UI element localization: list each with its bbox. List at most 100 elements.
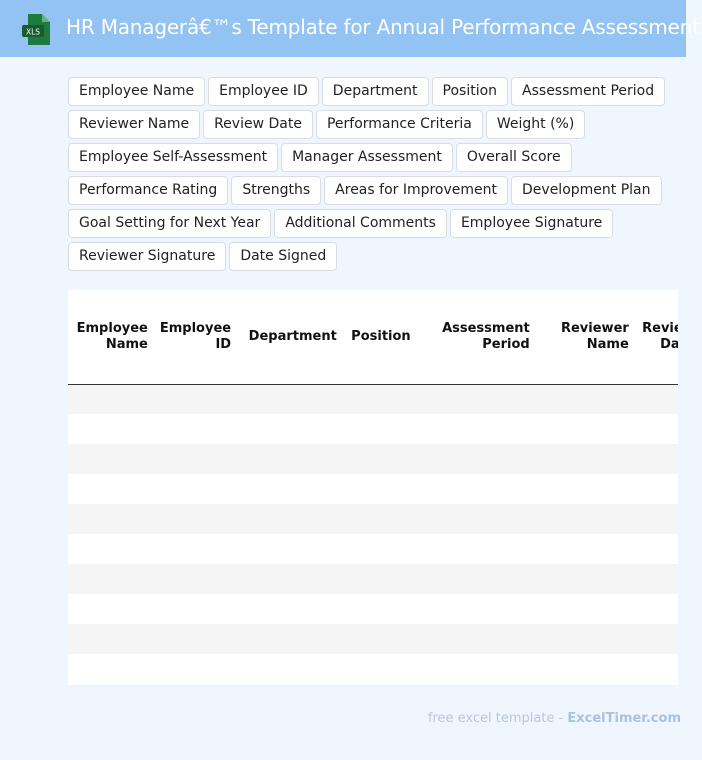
- table-cell[interactable]: [68, 594, 154, 624]
- table-cell[interactable]: [68, 414, 154, 444]
- table-cell[interactable]: [535, 594, 635, 624]
- table-cell[interactable]: [68, 624, 154, 654]
- table-cell[interactable]: [416, 594, 536, 624]
- field-tag[interactable]: Areas for Improvement: [324, 176, 509, 205]
- table-cell[interactable]: [634, 414, 678, 444]
- field-tag[interactable]: Weight (%): [485, 110, 586, 139]
- table-cell[interactable]: [535, 534, 635, 564]
- field-tag[interactable]: Reviewer Name: [68, 110, 201, 139]
- table-cell[interactable]: [153, 654, 238, 684]
- table-cell[interactable]: [68, 384, 154, 414]
- table-row: [68, 654, 678, 684]
- field-tag[interactable]: Manager Assessment: [281, 143, 453, 172]
- field-tag[interactable]: Review Date: [203, 110, 313, 139]
- table-cell[interactable]: [416, 624, 536, 654]
- table-cell[interactable]: [153, 414, 238, 444]
- table-cell[interactable]: [535, 624, 635, 654]
- data-table-container[interactable]: Employee Name Employee ID Department Position…: [68, 290, 678, 685]
- table-cell[interactable]: [342, 594, 417, 624]
- table-cell[interactable]: [237, 504, 343, 534]
- field-tag[interactable]: Strengths: [231, 176, 322, 205]
- table-cell[interactable]: [416, 654, 536, 684]
- field-tag[interactable]: Development Plan: [511, 176, 662, 205]
- table-cell[interactable]: [416, 504, 536, 534]
- field-tag[interactable]: Goal Setting for Next Year: [68, 209, 272, 238]
- table-row: [68, 414, 678, 444]
- table-cell[interactable]: [634, 474, 678, 504]
- table-cell[interactable]: [634, 534, 678, 564]
- table-cell[interactable]: [535, 564, 635, 594]
- field-tag[interactable]: Overall Score: [455, 143, 572, 172]
- table-cell[interactable]: [535, 474, 635, 504]
- table-cell[interactable]: [153, 504, 238, 534]
- table-cell[interactable]: [634, 564, 678, 594]
- table-cell[interactable]: [535, 384, 635, 414]
- table-cell[interactable]: [237, 414, 343, 444]
- table-cell[interactable]: [68, 474, 154, 504]
- table-cell[interactable]: [342, 504, 417, 534]
- table-cell[interactable]: [237, 534, 343, 564]
- field-tag[interactable]: Assessment Period: [511, 77, 666, 106]
- field-tag[interactable]: Reviewer Signature: [68, 242, 227, 271]
- table-cell[interactable]: [342, 444, 417, 474]
- field-tag[interactable]: Performance Criteria: [315, 110, 483, 139]
- table-cell[interactable]: [237, 564, 343, 594]
- table-cell[interactable]: [68, 654, 154, 684]
- table-cell[interactable]: [153, 384, 238, 414]
- xls-icon-label: XLS: [26, 28, 40, 37]
- table-cell[interactable]: [153, 624, 238, 654]
- app-header: XLS HR Managerâ€™s Template for Annual P…: [0, 0, 700, 57]
- table-header-cell: Department: [237, 290, 343, 385]
- table-cell[interactable]: [342, 624, 417, 654]
- table-cell[interactable]: [68, 504, 154, 534]
- field-tag[interactable]: Employee Signature: [449, 209, 614, 238]
- table-cell[interactable]: [237, 594, 343, 624]
- field-tag[interactable]: Additional Comments: [274, 209, 447, 238]
- table-cell[interactable]: [342, 564, 417, 594]
- table-cell[interactable]: [237, 624, 343, 654]
- field-tag[interactable]: Position: [431, 77, 509, 106]
- table-cell[interactable]: [342, 414, 417, 444]
- table-cell[interactable]: [342, 534, 417, 564]
- table-cell[interactable]: [68, 564, 154, 594]
- table-cell[interactable]: [416, 384, 536, 414]
- table-cell[interactable]: [237, 654, 343, 684]
- table-cell[interactable]: [416, 534, 536, 564]
- table-cell[interactable]: [416, 474, 536, 504]
- table-cell[interactable]: [342, 654, 417, 684]
- table-cell[interactable]: [153, 594, 238, 624]
- table-cell[interactable]: [416, 564, 536, 594]
- footer-brand-link[interactable]: ExcelTimer.com: [567, 711, 681, 726]
- table-header-cell: Assessment Period: [416, 290, 536, 385]
- field-tag[interactable]: Date Signed: [229, 242, 338, 271]
- table-row: [68, 444, 678, 474]
- field-tag[interactable]: Performance Rating: [68, 176, 229, 205]
- table-cell[interactable]: [634, 384, 678, 414]
- table-cell[interactable]: [634, 504, 678, 534]
- table-cell[interactable]: [535, 654, 635, 684]
- field-tag[interactable]: Department: [321, 77, 429, 106]
- table-cell[interactable]: [153, 444, 238, 474]
- table-cell[interactable]: [237, 384, 343, 414]
- table-cell[interactable]: [634, 444, 678, 474]
- table-cell[interactable]: [153, 474, 238, 504]
- table-cell[interactable]: [535, 444, 635, 474]
- field-tag[interactable]: Employee Self-Assessment: [68, 143, 279, 172]
- table-cell[interactable]: [416, 414, 536, 444]
- table-cell[interactable]: [535, 504, 635, 534]
- table-cell[interactable]: [535, 414, 635, 444]
- table-cell[interactable]: [342, 384, 417, 414]
- table-cell[interactable]: [634, 654, 678, 684]
- table-cell[interactable]: [634, 594, 678, 624]
- table-cell[interactable]: [68, 444, 154, 474]
- table-cell[interactable]: [237, 474, 343, 504]
- table-cell[interactable]: [634, 624, 678, 654]
- field-tag[interactable]: Employee Name: [68, 77, 206, 106]
- table-cell[interactable]: [68, 534, 154, 564]
- table-cell[interactable]: [153, 564, 238, 594]
- table-cell[interactable]: [342, 474, 417, 504]
- field-tag[interactable]: Employee ID: [208, 77, 319, 106]
- table-cell[interactable]: [416, 444, 536, 474]
- table-cell[interactable]: [237, 444, 343, 474]
- table-cell[interactable]: [153, 534, 238, 564]
